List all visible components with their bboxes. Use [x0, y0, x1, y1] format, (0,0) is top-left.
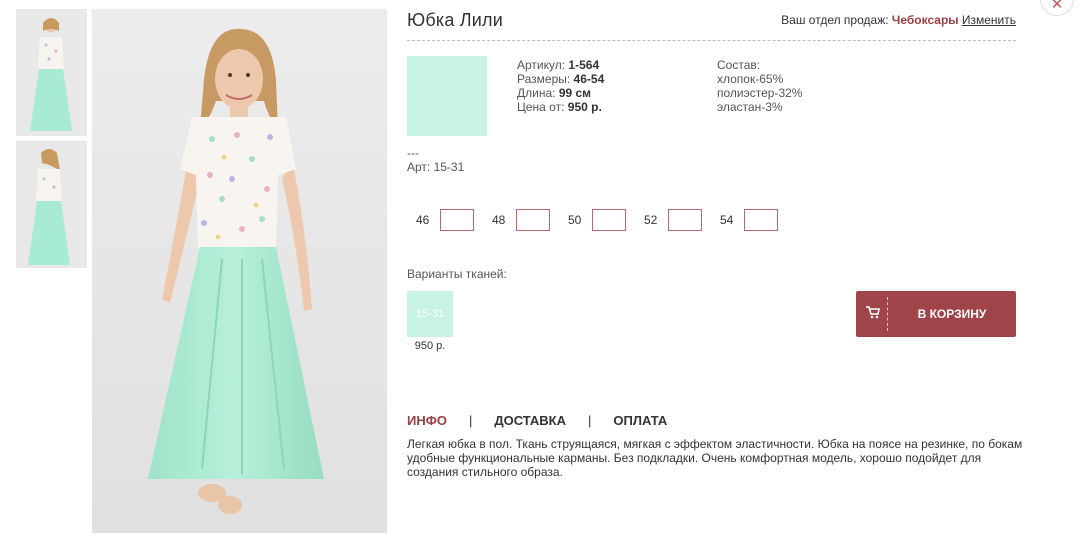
- composition-item: эластан-3%: [717, 100, 783, 114]
- sales-region-city: Чебоксары: [891, 13, 959, 27]
- size-label: 50: [568, 213, 582, 227]
- close-button[interactable]: ✕: [1040, 0, 1074, 16]
- tab-info[interactable]: ИНФО: [407, 413, 447, 428]
- spec-length-value: 99 см: [558, 86, 592, 100]
- fabric-swatch: [407, 56, 487, 136]
- size-option: 50: [568, 209, 626, 231]
- add-to-cart-label: В КОРЗИНУ: [917, 307, 987, 321]
- separator-dashes: ---: [407, 146, 419, 160]
- size-quantity-input[interactable]: [744, 209, 778, 231]
- product-thumbnail-1[interactable]: [16, 9, 87, 136]
- spec-article-label: Артикул:: [517, 58, 566, 72]
- composition-item: полиэстер-32%: [717, 86, 803, 100]
- size-option: 54: [720, 209, 778, 231]
- add-to-cart-button[interactable]: В КОРЗИНУ: [856, 291, 1016, 337]
- size-quantity-input[interactable]: [516, 209, 550, 231]
- size-label: 54: [720, 213, 734, 227]
- spec-sizes: Размеры: 46-54: [517, 72, 604, 86]
- close-icon: ✕: [1050, 0, 1064, 13]
- product-specs: Артикул: 1-564 Размеры: 46-54 Длина: 99 …: [517, 58, 604, 114]
- composition-label: Состав:: [717, 58, 761, 72]
- product-title: Юбка Лили: [407, 10, 504, 30]
- product-composition: Состав: хлопок-65% полиэстер-32% эластан…: [717, 58, 802, 114]
- spec-sizes-label: Размеры:: [517, 72, 571, 86]
- size-label: 46: [416, 213, 430, 227]
- size-option: 46: [416, 209, 474, 231]
- product-thumbnail-2[interactable]: [16, 141, 87, 268]
- model-photo-thumbnail: [16, 9, 87, 136]
- size-quantity-input[interactable]: [592, 209, 626, 231]
- spec-article-value: 1-564: [568, 58, 600, 72]
- spec-length: Длина: 99 см: [517, 86, 604, 100]
- change-region-link[interactable]: Изменить: [962, 13, 1016, 27]
- tab-delivery[interactable]: ДОСТАВКА: [494, 413, 566, 428]
- spec-sizes-value: 46-54: [573, 72, 605, 86]
- tab-separator: |: [588, 413, 592, 428]
- size-option: 48: [492, 209, 550, 231]
- size-quantity-selector: 46 48 50 52 54: [416, 209, 796, 231]
- spec-price-label: Цена от:: [517, 100, 565, 114]
- model-photo-thumbnail: [16, 141, 87, 268]
- info-tabs: ИНФО | ДОСТАВКА | ОПЛАТА: [407, 413, 667, 428]
- size-option: 52: [644, 209, 702, 231]
- spec-length-label: Длина:: [517, 86, 556, 100]
- model-photo: [92, 9, 387, 533]
- size-label: 48: [492, 213, 506, 227]
- size-quantity-input[interactable]: [440, 209, 474, 231]
- tab-separator: |: [468, 413, 473, 428]
- spec-article: Артикул: 1-564: [517, 58, 604, 72]
- fabric-variant-price: 950 р.: [414, 340, 446, 352]
- fabric-variants-title: Варианты тканей:: [407, 267, 507, 281]
- article-code: Арт: 15-31: [407, 160, 465, 174]
- header-divider: [407, 40, 1016, 41]
- fabric-variant[interactable]: 15-31: [407, 291, 453, 337]
- size-quantity-input[interactable]: [668, 209, 702, 231]
- sales-region-label: Ваш отдел продаж:: [781, 13, 889, 27]
- product-description: Легкая юбка в пол. Ткань струящаяся, мяг…: [407, 437, 1023, 479]
- sales-region: Ваш отдел продаж: Чебоксары Изменить: [781, 13, 1016, 27]
- fabric-variant-code: 15-31: [415, 308, 445, 320]
- spec-price: Цена от: 950 р.: [517, 100, 604, 114]
- tab-payment[interactable]: ОПЛАТА: [613, 413, 667, 428]
- composition-item: хлопок-65%: [717, 72, 784, 86]
- cart-icon: [866, 306, 880, 319]
- spec-price-value: 950 р.: [567, 100, 602, 114]
- main-product-photo: [92, 9, 387, 533]
- size-label: 52: [644, 213, 658, 227]
